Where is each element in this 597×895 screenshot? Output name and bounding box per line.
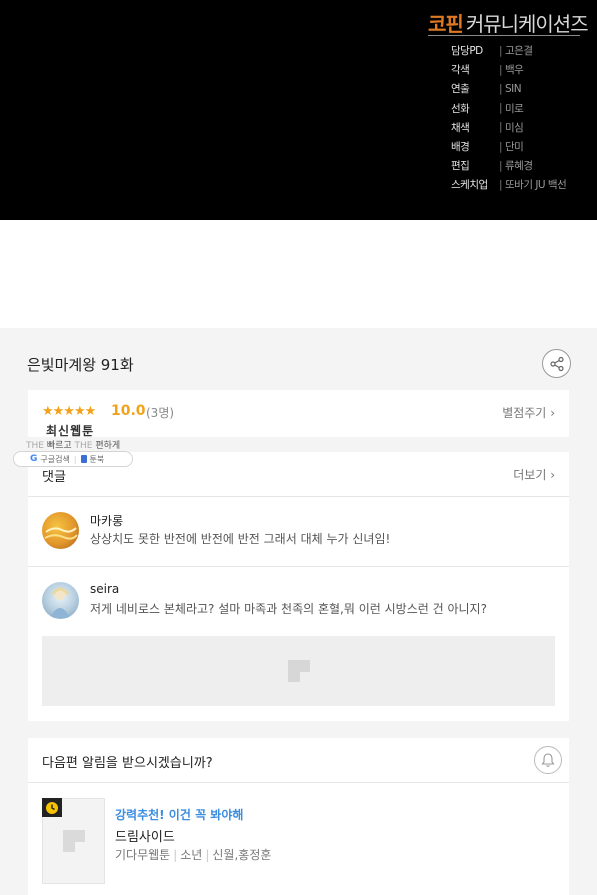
avatar <box>42 512 79 549</box>
recommend-meta: 기다무웹툰 | 소년 | 신월,홍정훈 <box>115 848 272 862</box>
bell-icon <box>541 753 555 767</box>
credit-name: 단미 <box>505 141 524 154</box>
ad-space <box>0 220 597 328</box>
recommend-category: 기다무웹툰 <box>115 848 171 862</box>
credit-name: 또바기 JU 백선 <box>505 179 567 192</box>
quick-search-widget[interactable]: G 구글검색 | 툰북 <box>13 451 133 467</box>
share-button[interactable] <box>542 349 571 378</box>
comment-item: 마카롱 상상치도 못한 반전에 반전에 반전 그래서 대체 누가 신녀임! <box>28 497 569 567</box>
credit-role: 담당PD <box>451 45 483 58</box>
google-icon: G <box>30 454 38 464</box>
avatar-image <box>44 527 78 540</box>
rate-button[interactable]: 별점주기 › <box>502 404 555 421</box>
chevron-right-icon: › <box>550 468 555 482</box>
chevron-right-icon: › <box>550 406 555 420</box>
credit-name: 고은결 <box>505 45 533 58</box>
webtoon-end-banner: 코핀 커뮤니케이션즈 담당PD | 고은결 각색 | 백우 연출 | SIN 선화 | 미로 채색… <box>0 0 597 220</box>
avatar <box>42 582 79 619</box>
overlay-slogan: THE 빠르고 THE 편하게 <box>26 438 120 451</box>
comments-title: 댓글 <box>42 470 66 485</box>
credit-row: 연출 | SIN <box>451 82 522 96</box>
credit-row: 스케치업 | 또바기 JU 백선 <box>451 178 567 192</box>
slogan-the-2: THE <box>74 441 93 451</box>
credit-role: 각색 <box>451 64 470 77</box>
credit-row: 각색 | 백우 <box>451 63 524 77</box>
share-icon <box>549 356 564 371</box>
recommend-tag: 강력추천! 이건 꼭 봐야해 <box>115 808 244 822</box>
comment-user[interactable]: 마카롱 <box>90 512 123 529</box>
credit-row: 배경 | 단미 <box>451 140 524 154</box>
latest-webtoon-label: 최신웹툰 <box>46 424 95 438</box>
comment-user[interactable]: seira <box>90 582 119 596</box>
credit-role: 배경 <box>451 141 470 154</box>
recommend-title[interactable]: 드림사이드 <box>115 826 175 845</box>
next-episode-card: 다음편 알림을 받으시겠습니까? 강력추천! 이건 꼭 봐야해 드림사이드 기다… <box>28 738 569 895</box>
placeholder-image-icon <box>62 830 85 852</box>
ad-placeholder[interactable] <box>42 636 555 706</box>
slogan-the-1: THE <box>26 441 44 451</box>
credit-name: 백우 <box>505 64 524 77</box>
studio-logo-part1: 코핀 <box>428 12 464 36</box>
studio-logo-part2: 커뮤니케이션즈 <box>465 12 589 36</box>
rating-score: 10.0 <box>111 403 146 419</box>
credit-row: 담당PD | 고은결 <box>451 44 533 58</box>
placeholder-image-icon <box>287 660 310 682</box>
recommend-genre: 소년 <box>180 848 203 862</box>
clock-icon <box>42 798 62 817</box>
studio-logo: 코핀 커뮤니케이션즈 <box>428 8 589 37</box>
notify-header: 다음편 알림을 받으시겠습니까? <box>28 738 569 783</box>
credit-role: 연출 <box>451 83 470 96</box>
studio-divider <box>428 35 580 36</box>
credit-row: 채색 | 미심 <box>451 121 524 134</box>
recommend-authors: 신월,홍정훈 <box>212 848 272 862</box>
credit-name: 미심 <box>505 121 524 134</box>
comment-item: seira 저게 네비로스 본체라고? 설마 마족과 천족의 혼혈,뭐 이런 시… <box>28 567 569 637</box>
avatar-image <box>50 587 70 618</box>
credit-role: 스케치업 <box>451 179 488 192</box>
credit-role: 채색 <box>451 121 470 134</box>
comments-more-label: 더보기 <box>513 468 547 482</box>
credit-row: 선화 | 미로 <box>451 102 524 115</box>
google-search-label[interactable]: 구글검색 <box>40 454 69 465</box>
toonbook-label[interactable]: 툰북 <box>90 454 105 465</box>
credit-role: 선화 <box>451 102 470 115</box>
credit-name: 미로 <box>505 102 524 115</box>
credit-name: SIN <box>505 82 522 95</box>
slogan-fast: 빠르고 <box>46 441 72 451</box>
comments-more-button[interactable]: 더보기 › <box>513 466 555 483</box>
rating-count: (3명) <box>146 406 175 420</box>
comment-text: 저게 네비로스 본체라고? 설마 마족과 천족의 혼혈,뭐 이런 시방스런 건 … <box>90 602 487 616</box>
credit-row: 편집 | 류혜경 <box>451 159 533 173</box>
comment-text: 상상치도 못한 반전에 반전에 반전 그래서 대체 누가 신녀임! <box>90 532 391 546</box>
book-icon <box>80 455 87 463</box>
notify-question: 다음편 알림을 받으시겠습니까? <box>42 756 213 771</box>
credit-name: 류혜경 <box>505 160 533 173</box>
rating-card: ★★★★★ 10.0 (3명) 별점주기 › 최신웹툰 <box>28 390 569 438</box>
credits-list: 담당PD | 고은결 각색 | 백우 연출 | SIN 선화 | 미로 채색 | 미심 배경 | 단미 … <box>451 41 567 195</box>
episode-title: 은빛마계왕 91화 <box>27 356 134 374</box>
notify-bell-button[interactable] <box>534 746 562 774</box>
comments-card: 댓글 더보기 › 마카롱 상상치도 못한 반전에 반전에 반전 그래서 대체 누… <box>28 452 569 721</box>
rate-button-label: 별점주기 <box>502 406 547 420</box>
credit-role: 편집 <box>451 160 470 173</box>
rating-stars: ★★★★★ <box>42 404 96 419</box>
slogan-easy: 편하게 <box>95 441 121 451</box>
